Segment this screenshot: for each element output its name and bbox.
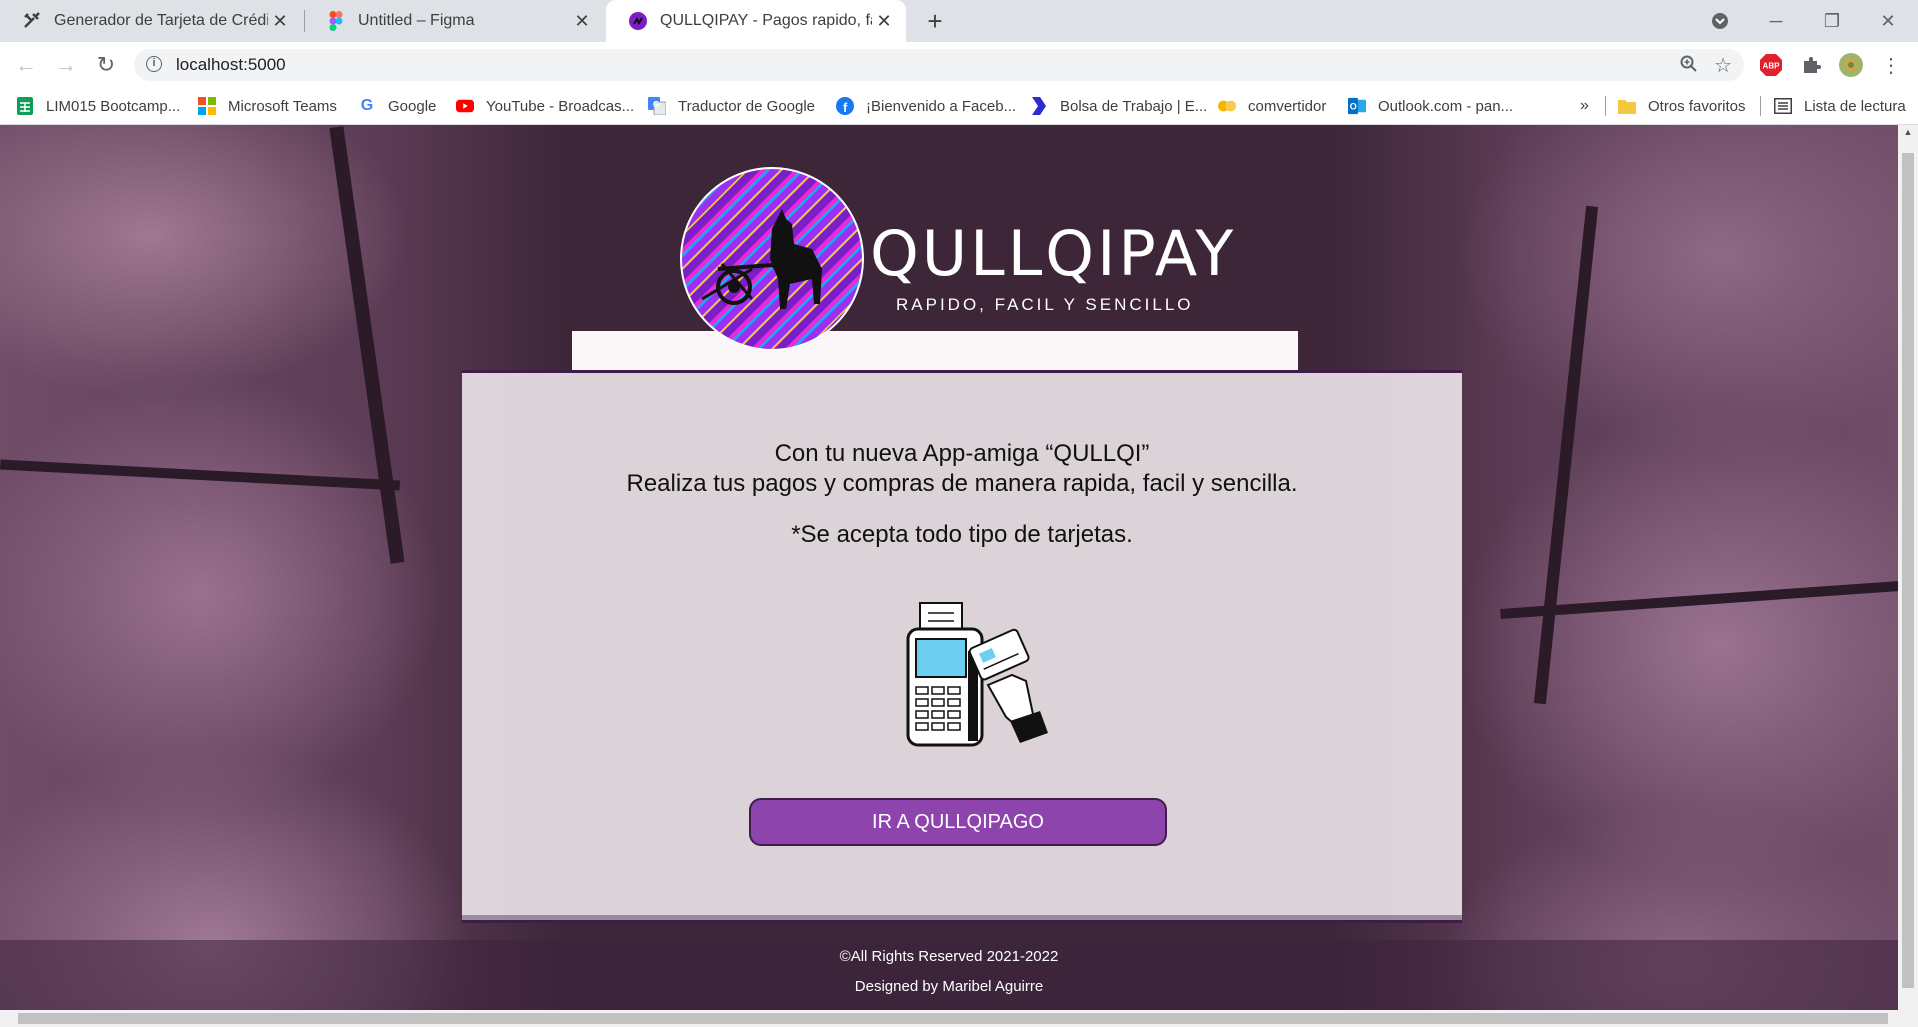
card-payment-terminal-icon <box>906 602 1048 747</box>
cards-accepted-note: *Se acepta todo tipo de tarjetas. <box>791 521 1133 548</box>
bookmark-other-favorites[interactable]: Otros favoritos <box>1618 88 1746 124</box>
microsoft-icon <box>198 97 216 115</box>
intro-line-1: Con tu nueva App-amiga “QULLQI” <box>774 440 1150 467</box>
info-icon[interactable]: i <box>146 56 162 72</box>
bookmark-star-icon[interactable]: ☆ <box>1714 53 1732 78</box>
bookmark-youtube[interactable]: YouTube - Broadcas... <box>456 88 634 124</box>
bookmark-label: comvertidor <box>1248 97 1327 115</box>
arrow-logo-icon <box>1030 97 1048 115</box>
tab-qullqipay[interactable]: QULLQIPAY - Pagos rapido, facil y ✕ <box>606 0 906 42</box>
youtube-icon <box>456 97 474 115</box>
minimize-button[interactable]: ─ <box>1748 0 1804 42</box>
bookmark-facebook[interactable]: f ¡Bienvenido a Faceb... <box>836 88 1016 124</box>
bookmark-label: Bolsa de Trabajo | E... <box>1060 97 1208 115</box>
converter-icon <box>1218 97 1236 115</box>
site-header: QULLQIPAY RAPIDO, FACIL Y SENCILLO <box>680 167 1233 351</box>
tools-icon <box>22 11 42 31</box>
intro-line-2: Realiza tus pagos y compras de manera ra… <box>626 470 1298 497</box>
bookmark-label: Lista de lectura <box>1804 97 1906 115</box>
menu-icon[interactable]: ⋮ <box>1878 52 1904 78</box>
bookmark-translate[interactable]: G Traductor de Google <box>648 88 815 124</box>
qullqipay-logo <box>680 167 864 351</box>
tab-title: Generador de Tarjeta de Crédito <box>54 12 268 29</box>
bookmark-google[interactable]: G Google <box>358 88 437 124</box>
brand-name: QULLQIPAY <box>870 217 1237 290</box>
close-icon[interactable]: ✕ <box>570 9 594 33</box>
bookmark-divider <box>1605 96 1606 116</box>
reading-list-button[interactable]: Lista de lectura <box>1774 88 1906 124</box>
close-icon[interactable]: ✕ <box>268 9 292 33</box>
svg-text:G: G <box>653 100 659 109</box>
bookmark-divider <box>1760 96 1761 116</box>
svg-text:O: O <box>1350 102 1357 112</box>
bookmark-comvertidor[interactable]: comvertidor <box>1218 88 1326 124</box>
tab-figma[interactable]: Untitled – Figma ✕ <box>304 0 604 42</box>
stone-crack <box>329 126 405 564</box>
bookmark-label: Traductor de Google <box>678 97 816 115</box>
tab-search-button[interactable] <box>1692 0 1748 42</box>
svg-text:f: f <box>843 100 848 115</box>
bookmark-lim015[interactable]: LIM015 Bootcamp... <box>16 88 180 124</box>
browser-toolbar: ← → ↻ i localhost:5000 ☆ ABP ⋮ <box>0 42 1918 88</box>
go-to-qullqipago-button[interactable]: IR A QULLQIPAGO <box>749 798 1167 846</box>
bookmark-label: ¡Bienvenido a Faceb... <box>866 97 1017 115</box>
new-tab-button[interactable]: + <box>920 6 950 36</box>
forward-button[interactable]: → <box>51 50 81 80</box>
bookmark-bolsa-trabajo[interactable]: Bolsa de Trabajo | E... <box>1030 88 1207 124</box>
extensions-icon[interactable] <box>1798 52 1824 78</box>
copyright-text: ©All Rights Reserved 2021-2022 <box>839 948 1059 965</box>
adblock-plus-icon[interactable]: ABP <box>1758 52 1784 78</box>
profile-avatar[interactable] <box>1838 52 1864 78</box>
zoom-icon[interactable] <box>1680 55 1698 78</box>
bookmark-outlook[interactable]: O Outlook.com - pan... <box>1348 88 1513 124</box>
close-icon[interactable]: ✕ <box>872 9 896 33</box>
designer-credit: Designed by Maribel Aguirre <box>854 978 1044 995</box>
tab-credit-card-generator[interactable]: Generador de Tarjeta de Crédito ✕ <box>0 0 302 42</box>
svg-text:ABP: ABP <box>1763 62 1781 71</box>
main-card: Con tu nueva App-amiga “QULLQI” Realiza … <box>462 370 1462 923</box>
stone-crack <box>1500 581 1898 619</box>
back-button[interactable]: ← <box>11 50 41 80</box>
stone-crack <box>1533 205 1599 705</box>
url-text: localhost:5000 <box>176 55 286 74</box>
horizontal-scroll-thumb[interactable] <box>18 1013 1888 1024</box>
llama-icon <box>701 209 822 309</box>
intro-text: Con tu nueva App-amiga “QULLQI” Realiza … <box>462 439 1462 499</box>
bookmark-label: Microsoft Teams <box>228 97 337 115</box>
tab-title: QULLQIPAY - Pagos rapido, facil y <box>660 12 872 29</box>
close-window-button[interactable]: ✕ <box>1860 0 1916 42</box>
reading-list-icon <box>1774 97 1792 115</box>
scroll-up-arrow[interactable]: ▲ <box>1898 127 1918 143</box>
bookmark-teams[interactable]: Microsoft Teams <box>198 88 337 124</box>
site-footer: ©All Rights Reserved 2021-2022 Designed … <box>0 940 1898 1010</box>
brand-tagline: RAPIDO, FACIL Y SENCILLO <box>896 295 1194 314</box>
vertical-scroll-thumb[interactable] <box>1902 153 1914 988</box>
figma-icon <box>326 11 346 31</box>
restore-button[interactable]: ❐ <box>1804 0 1860 42</box>
reload-button[interactable]: ↻ <box>91 50 121 80</box>
qullqipay-icon <box>628 11 648 31</box>
bookmark-label: Outlook.com - pan... <box>1378 97 1514 115</box>
bookmark-label: Otros favoritos <box>1648 97 1746 115</box>
facebook-icon: f <box>836 97 854 115</box>
horizontal-scrollbar[interactable] <box>0 1010 1918 1027</box>
more-bookmarks-button[interactable]: » <box>1580 88 1589 124</box>
vertical-scrollbar[interactable]: ▲ <box>1898 125 1918 1010</box>
page-viewport: QULLQIPAY RAPIDO, FACIL Y SENCILLO Con t… <box>0 125 1898 1010</box>
stone-crack <box>0 459 400 491</box>
tab-title: Untitled – Figma <box>358 12 475 29</box>
google-icon: G <box>360 97 374 114</box>
outlook-icon: O <box>1348 97 1366 115</box>
bookmark-label: Google <box>388 97 437 115</box>
address-bar[interactable]: i localhost:5000 ☆ <box>134 49 1744 81</box>
bookmark-label: YouTube - Broadcas... <box>486 97 635 115</box>
tab-strip: Generador de Tarjeta de Crédito ✕ Untitl… <box>0 0 1918 42</box>
translate-icon: G <box>648 97 666 115</box>
bookmarks-bar: LIM015 Bootcamp... Microsoft Teams G Goo… <box>0 88 1918 125</box>
folder-icon <box>1618 97 1636 115</box>
bookmark-label: LIM015 Bootcamp... <box>46 97 181 115</box>
sheets-icon <box>16 97 34 115</box>
